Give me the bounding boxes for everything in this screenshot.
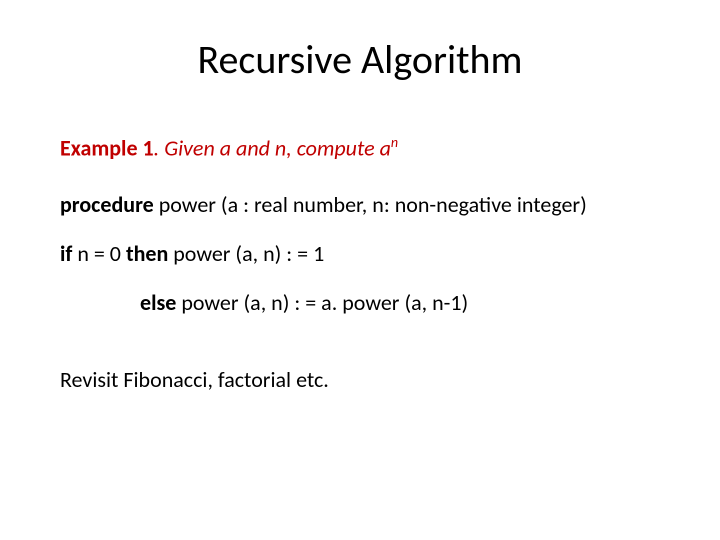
example-superscript: n — [391, 134, 398, 151]
then-keyword: then — [126, 240, 168, 267]
procedure-keyword: procedure — [60, 191, 154, 218]
example-line: Example 1. Given a and n, compute an — [60, 134, 660, 161]
example-label: Example 1 — [60, 134, 154, 161]
if-line: if n = 0 then power (a, n) : = 1 — [60, 240, 660, 267]
else-rest: power (a, n) : = a. power (a, n-1) — [176, 289, 468, 316]
slide-title: Recursive Algorithm — [60, 35, 660, 84]
if-keyword: if — [60, 240, 72, 267]
procedure-rest: power (a : real number, n: non-negative … — [154, 191, 587, 218]
example-text: . Given a and n, compute a — [154, 134, 391, 161]
procedure-line: procedure power (a : real number, n: non… — [60, 191, 660, 218]
else-line: else power (a, n) : = a. power (a, n-1) — [140, 289, 660, 316]
if-condition: n = 0 — [72, 240, 126, 267]
else-keyword: else — [140, 289, 176, 316]
if-rest: power (a, n) : = 1 — [168, 240, 324, 267]
revisit-line: Revisit Fibonacci, factorial etc. — [60, 366, 660, 393]
